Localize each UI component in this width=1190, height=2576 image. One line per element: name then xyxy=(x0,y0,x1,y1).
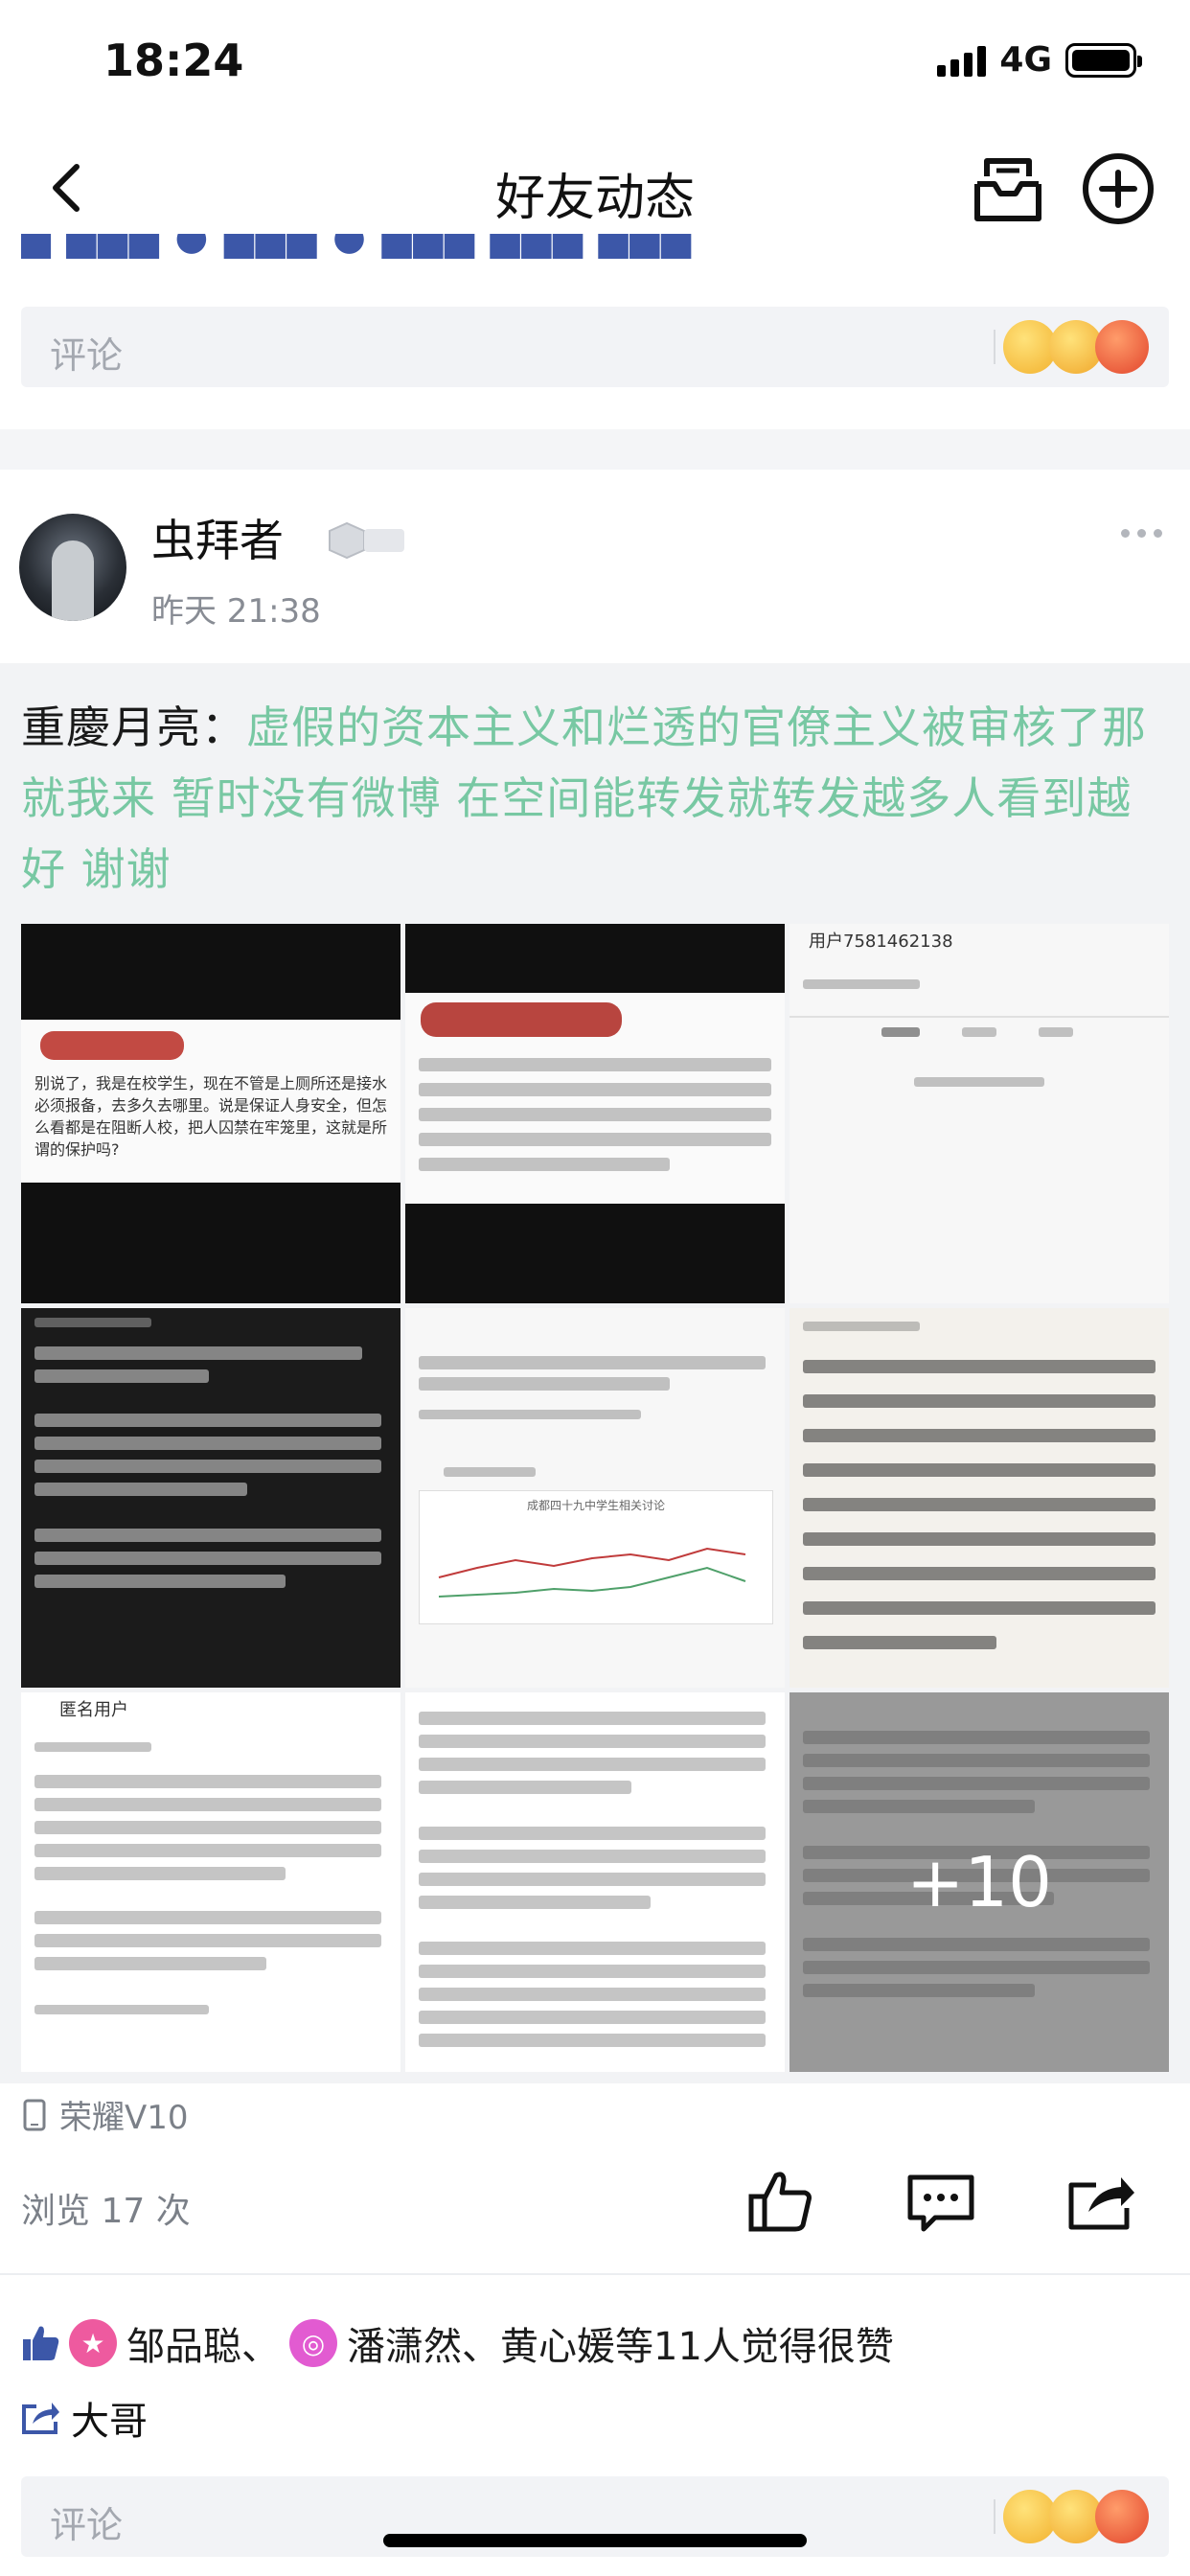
forward-icon xyxy=(22,2403,59,2434)
section-gap xyxy=(0,429,1190,470)
share-row[interactable]: 大哥 xyxy=(21,2390,148,2446)
status-indicators: 4G xyxy=(937,40,1142,80)
thumbnail-1-text: 别说了，我是在校学生，现在不管是上厕所还是接水必须报备，去多久去哪里。说是保证人… xyxy=(34,1074,388,1159)
previous-post-cutoff-text: ▆ ▆▆▆ ● ▆▆▆ ● ▆▆▆ ▆▆▆ ▆▆▆ xyxy=(21,234,693,259)
thumbnail-7-user: 匿名用户 xyxy=(59,1700,128,1720)
share-icon[interactable] xyxy=(1067,2172,1136,2231)
emoji-shortcuts[interactable] xyxy=(1003,2490,1156,2543)
more-images-overlay[interactable]: +10 xyxy=(790,1692,1169,2072)
repost-text[interactable]: 重慶月亮：虚假的资本主义和烂透的官僚主义被审核了那就我来 暂时没有微博 在空间能… xyxy=(21,692,1171,905)
image-thumbnail-3[interactable]: 用户7581462138 xyxy=(790,924,1169,1303)
thumbs-up-icon xyxy=(23,2326,59,2360)
thumbnail-3-user: 用户7581462138 xyxy=(809,932,953,952)
author-name[interactable]: 虫拜者 xyxy=(151,506,284,569)
comment-divider xyxy=(994,330,995,364)
comment-placeholder: 评论 xyxy=(50,334,124,377)
comment-icon[interactable] xyxy=(906,2174,975,2233)
add-icon[interactable] xyxy=(1081,151,1156,226)
image-thumbnail-6[interactable] xyxy=(790,1308,1169,1688)
image-thumbnail-1[interactable]: 别说了，我是在校学生，现在不管是上厕所还是接水必须报备，去多久去哪里。说是保证人… xyxy=(21,924,400,1303)
repost-source-author[interactable]: 重慶月亮： xyxy=(21,702,246,753)
battery-icon xyxy=(1065,42,1142,78)
phone-icon xyxy=(23,2099,46,2130)
image-thumbnail-9[interactable]: +10 xyxy=(790,1692,1169,2072)
share-user[interactable]: 大哥 xyxy=(71,2390,148,2446)
image-thumbnail-5[interactable]: 成都四十九中学生相关讨论 xyxy=(405,1308,785,1688)
image-thumbnail-7[interactable]: 匿名用户 xyxy=(21,1692,400,2072)
image-thumbnail-4[interactable] xyxy=(21,1308,400,1688)
nav-bar: 好友动态 xyxy=(0,136,1190,242)
comment-placeholder: 评论 xyxy=(50,2504,124,2546)
level-badge-icon xyxy=(329,521,404,560)
device-info: 荣耀V10 xyxy=(21,2091,189,2138)
avatar[interactable] xyxy=(19,514,126,621)
more-images-count: +10 xyxy=(906,1842,1052,1922)
swirl-badge-icon: ◎ xyxy=(289,2319,337,2367)
view-count: 浏览 17 次 xyxy=(21,2192,191,2231)
image-thumbnail-2[interactable] xyxy=(405,924,785,1303)
post-time: 昨天 21:38 xyxy=(151,592,321,631)
divider xyxy=(0,2273,1190,2275)
status-bar: 18:24 4G xyxy=(0,0,1190,126)
emoji-shortcuts[interactable] xyxy=(1003,320,1156,374)
network-type: 4G xyxy=(999,40,1052,80)
thumbnail-5-chart xyxy=(438,1547,746,1598)
likes-summary[interactable]: 潘潇然、黄心媛等11人觉得很赞 xyxy=(347,2315,894,2371)
likes-row[interactable]: ★ 邹品聪、 ◎ 潘潇然、黄心媛等11人觉得很赞 xyxy=(21,2315,894,2371)
device-name: 荣耀V10 xyxy=(59,2099,189,2137)
message-box-icon[interactable] xyxy=(970,155,1046,224)
comment-divider xyxy=(994,2499,995,2534)
angry-emoji-icon[interactable] xyxy=(1095,2490,1149,2543)
more-options-icon[interactable] xyxy=(1121,529,1162,538)
previous-post-cutoff: ▆ ▆▆▆ ● ▆▆▆ ● ▆▆▆ ▆▆▆ ▆▆▆ xyxy=(21,234,1171,264)
image-grid: 别说了，我是在校学生，现在不管是上厕所还是接水必须报备，去多久去哪里。说是保证人… xyxy=(21,924,1169,2072)
star-badge-icon: ★ xyxy=(69,2319,117,2367)
likes-user-1[interactable]: 邹品聪、 xyxy=(126,2315,280,2371)
status-time: 18:24 xyxy=(103,34,244,86)
angry-emoji-icon[interactable] xyxy=(1095,320,1149,374)
image-thumbnail-8[interactable] xyxy=(405,1692,785,2072)
signal-icon xyxy=(937,44,987,77)
like-icon[interactable] xyxy=(747,2168,814,2235)
home-indicator[interactable] xyxy=(383,2534,807,2547)
comment-input-top[interactable]: 评论 xyxy=(21,307,1169,387)
